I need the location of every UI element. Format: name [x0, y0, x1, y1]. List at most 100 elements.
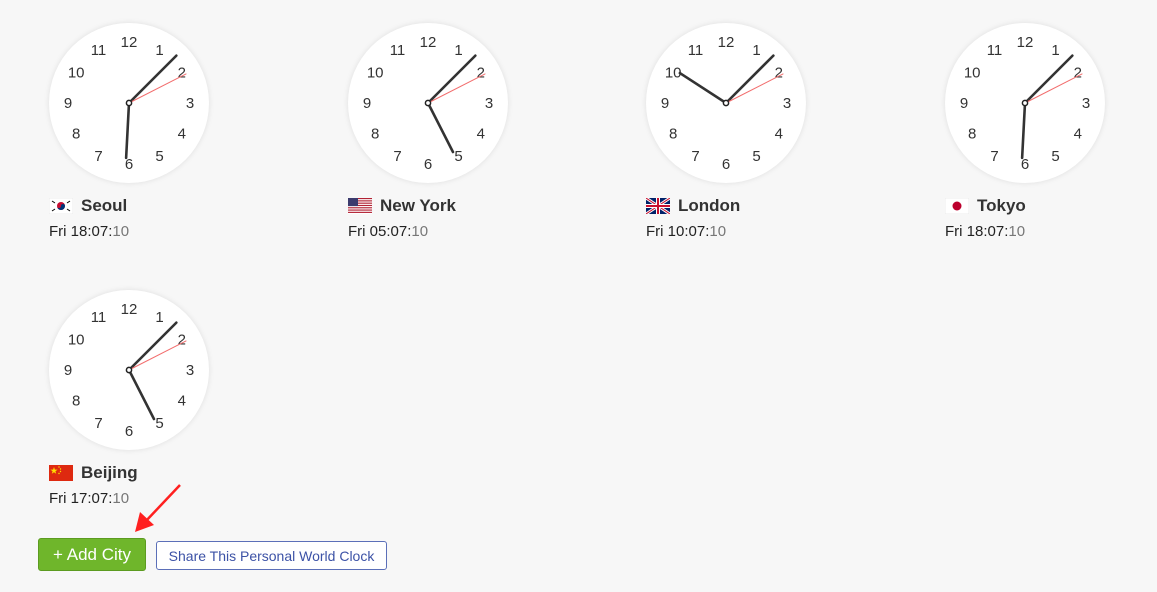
dial-number: 4 [1074, 126, 1082, 143]
dial-number: 9 [960, 95, 968, 112]
usa-flag-icon [348, 198, 372, 214]
city-name[interactable]: New York [380, 196, 456, 216]
dial-number: 12 [718, 34, 735, 51]
dial-number: 5 [752, 148, 760, 165]
dial-number: 10 [367, 65, 384, 82]
city-label-row: Seoul [49, 195, 127, 217]
clock-center-pin [125, 99, 133, 107]
china-flag-icon [49, 465, 73, 481]
analog-clock-face: 12 1 2 3 4 5 6 7 8 9 10 11 [348, 23, 508, 183]
second-hand [1024, 73, 1083, 104]
day-label: Fri [49, 490, 67, 507]
time-hours-minutes: 10:07: [667, 223, 710, 240]
dial-number: 4 [178, 393, 186, 410]
city-label-row: Tokyo [945, 195, 1026, 217]
city-name[interactable]: Tokyo [977, 196, 1026, 216]
dial-number: 12 [121, 301, 138, 318]
city-name[interactable]: Beijing [81, 463, 138, 483]
dial-number: 5 [454, 148, 462, 165]
city-label-row: London [646, 195, 740, 217]
hour-hand [127, 368, 156, 421]
dial-number: 12 [121, 34, 138, 51]
dial-number: 2 [178, 332, 186, 349]
dial-number: 7 [94, 148, 102, 165]
add-city-button[interactable]: + Add City [38, 538, 146, 571]
share-world-clock-button[interactable]: Share This Personal World Clock [156, 541, 387, 570]
hour-hand [426, 101, 455, 154]
analog-clock-face: 12 1 2 3 4 5 6 7 8 9 10 11 [49, 290, 209, 450]
dial-number: 2 [178, 65, 186, 82]
day-label: Fri [348, 223, 366, 240]
time-hours-minutes: 18:07: [966, 223, 1009, 240]
clock-dial: 12 1234567891011 [960, 34, 1090, 173]
dial-number: 4 [775, 126, 783, 143]
dial-number: 2 [775, 65, 783, 82]
clock-card[interactable]: 12 1 2 3 4 5 6 7 8 9 10 11 New York Fri 05:07:10 [348, 23, 568, 253]
time-seconds: 10 [411, 223, 429, 240]
city-name[interactable]: Seoul [81, 196, 127, 216]
analog-clock-face: 12 1 2 3 4 5 6 7 8 9 10 11 [945, 23, 1105, 183]
dial-number: 9 [64, 95, 72, 112]
dial-number: 6 [125, 423, 133, 440]
dial-number: 7 [990, 148, 998, 165]
dial-number: 9 [661, 95, 669, 112]
time-seconds: 10 [112, 490, 130, 507]
time-seconds: 10 [1008, 223, 1026, 240]
city-name[interactable]: London [678, 196, 740, 216]
dial-number: 7 [94, 415, 102, 432]
digital-time: Fri 18:07:10 [945, 223, 1025, 240]
time-seconds: 10 [112, 223, 130, 240]
dial-number: 6 [722, 156, 730, 173]
dial-number: 4 [477, 126, 485, 143]
dial-number: 2 [1074, 65, 1082, 82]
second-hand [427, 73, 486, 104]
clock-dial: 12 1234567891011 [64, 301, 194, 440]
dial-number: 5 [1051, 148, 1059, 165]
clock-card[interactable]: 12 1 2 3 4 5 6 7 8 9 10 11 Beijing Fri 17:07:10 [49, 290, 269, 520]
japan-flag-icon [945, 198, 969, 214]
dial-number: 6 [424, 156, 432, 173]
dial-number: 10 [964, 65, 981, 82]
dial-number: 3 [485, 95, 493, 112]
minute-hand [1023, 54, 1074, 105]
clock-center-pin [125, 366, 133, 374]
dial-number: 1 [155, 309, 163, 326]
dial-number: 8 [72, 126, 80, 143]
dial-number: 10 [68, 332, 85, 349]
clock-center-pin [424, 99, 432, 107]
dial-number: 1 [752, 42, 760, 59]
clock-center-pin [722, 99, 730, 107]
digital-time: Fri 05:07:10 [348, 223, 428, 240]
dial-number: 8 [669, 126, 677, 143]
dial-number: 8 [371, 126, 379, 143]
dial-number: 11 [987, 42, 1003, 59]
dial-number: 7 [691, 148, 699, 165]
clock-center-pin [1021, 99, 1029, 107]
dial-number: 2 [477, 65, 485, 82]
dial-number: 11 [390, 42, 406, 59]
digital-time: Fri 18:07:10 [49, 223, 129, 240]
dial-number: 10 [68, 65, 85, 82]
clock-card[interactable]: 12 1 2 3 4 5 6 7 8 9 10 11 Tokyo Fri 18:07:10 [945, 23, 1157, 253]
minute-hand [127, 321, 178, 372]
day-label: Fri [945, 223, 963, 240]
city-label-row: New York [348, 195, 456, 217]
dial-number: 9 [363, 95, 371, 112]
day-label: Fri [49, 223, 67, 240]
clock-card[interactable]: 12 1 2 3 4 5 6 7 8 9 10 11 London Fri 10:07:10 [646, 23, 866, 253]
minute-hand [127, 54, 178, 105]
hour-hand [124, 101, 131, 160]
uk-flag-icon [646, 198, 670, 214]
dial-number: 3 [783, 95, 791, 112]
dial-number: 3 [186, 362, 194, 379]
dial-number: 5 [155, 415, 163, 432]
clock-card[interactable]: 12 1 2 3 4 5 6 7 8 9 10 11 Seoul Fri 18:07:10 [49, 23, 269, 253]
dial-number: 12 [420, 34, 437, 51]
dial-number: 1 [1051, 42, 1059, 59]
clock-dial: 12 1234567891011 [661, 34, 791, 173]
time-hours-minutes: 18:07: [70, 223, 113, 240]
second-hand [725, 73, 784, 104]
minute-hand [426, 54, 477, 105]
hour-hand [1020, 101, 1027, 160]
dial-number: 11 [91, 309, 107, 326]
